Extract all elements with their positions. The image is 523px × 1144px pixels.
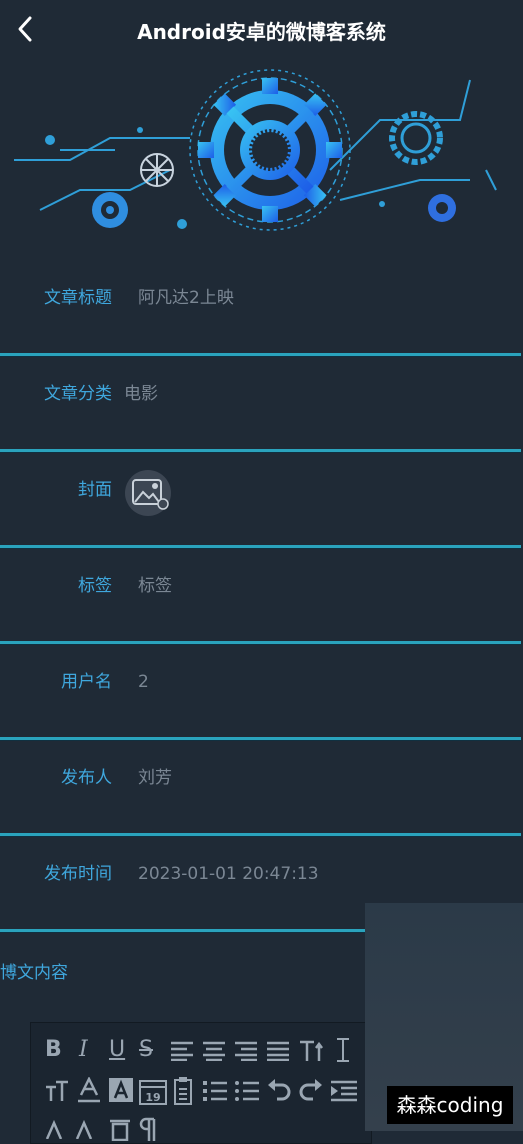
- superscript-icon[interactable]: [45, 1119, 105, 1139]
- username-field[interactable]: 2: [138, 644, 149, 720]
- unordered-list-icon[interactable]: [235, 1080, 259, 1102]
- form-row-category: 文章分类 电影: [0, 356, 523, 452]
- watermark: 森森coding: [387, 1086, 513, 1124]
- category-label: 文章分类: [44, 384, 112, 404]
- redo-icon[interactable]: [299, 1079, 323, 1103]
- font-color-icon[interactable]: [77, 1077, 101, 1103]
- username-label: 用户名: [61, 672, 112, 692]
- strikethrough-button[interactable]: S: [139, 1037, 153, 1062]
- top-bar: Android安卓的微博客系统: [0, 0, 523, 60]
- form-row-title: 文章标题 阿凡达2上映: [0, 260, 523, 356]
- align-justify-icon[interactable]: [267, 1041, 289, 1061]
- publisher-field[interactable]: 刘芳: [138, 740, 172, 816]
- undo-icon[interactable]: [267, 1079, 291, 1103]
- indent-icon[interactable]: [331, 1080, 357, 1102]
- font-size-icon[interactable]: [45, 1079, 69, 1103]
- category-field[interactable]: 电影: [124, 356, 158, 432]
- align-center-icon[interactable]: [203, 1041, 225, 1061]
- publish-time-field[interactable]: 2023-01-01 20:47:13: [138, 836, 319, 912]
- calendar-icon[interactable]: 19: [139, 1077, 167, 1105]
- form-row-cover: 封面: [0, 452, 523, 548]
- title-field[interactable]: 阿凡达2上映: [138, 260, 234, 336]
- underline-button[interactable]: U: [109, 1037, 125, 1062]
- publisher-label: 发布人: [61, 768, 112, 788]
- align-right-icon[interactable]: [235, 1041, 257, 1061]
- gear-banner-illustration: [0, 60, 523, 260]
- highlight-icon[interactable]: [109, 1078, 133, 1102]
- cover-image-icon[interactable]: [125, 470, 171, 516]
- italic-button[interactable]: I: [79, 1037, 88, 1062]
- delete-icon[interactable]: [109, 1117, 131, 1141]
- cover-label: 封面: [78, 480, 112, 500]
- paragraph-icon[interactable]: [139, 1117, 157, 1141]
- publish-time-label: 发布时间: [44, 864, 112, 884]
- form-row-tags: 标签 标签: [0, 548, 523, 644]
- content-label: 博文内容: [0, 963, 68, 983]
- tags-field[interactable]: 标签: [138, 548, 172, 624]
- form-row-username: 用户名 2: [0, 644, 523, 740]
- title-label: 文章标题: [44, 288, 112, 308]
- document-icon[interactable]: [173, 1077, 193, 1105]
- rich-text-editor: B I U S 19: [30, 1022, 372, 1144]
- text-cursor-icon[interactable]: [333, 1037, 353, 1065]
- text-size-icon[interactable]: [299, 1039, 325, 1063]
- calendar-day: 19: [145, 1091, 160, 1104]
- align-left-icon[interactable]: [171, 1041, 193, 1061]
- tags-label: 标签: [78, 576, 112, 596]
- ordered-list-icon[interactable]: [203, 1080, 227, 1102]
- form-row-publisher: 发布人 刘芳: [0, 740, 523, 836]
- page-title: Android安卓的微博客系统: [137, 20, 386, 44]
- bold-button[interactable]: B: [45, 1037, 62, 1062]
